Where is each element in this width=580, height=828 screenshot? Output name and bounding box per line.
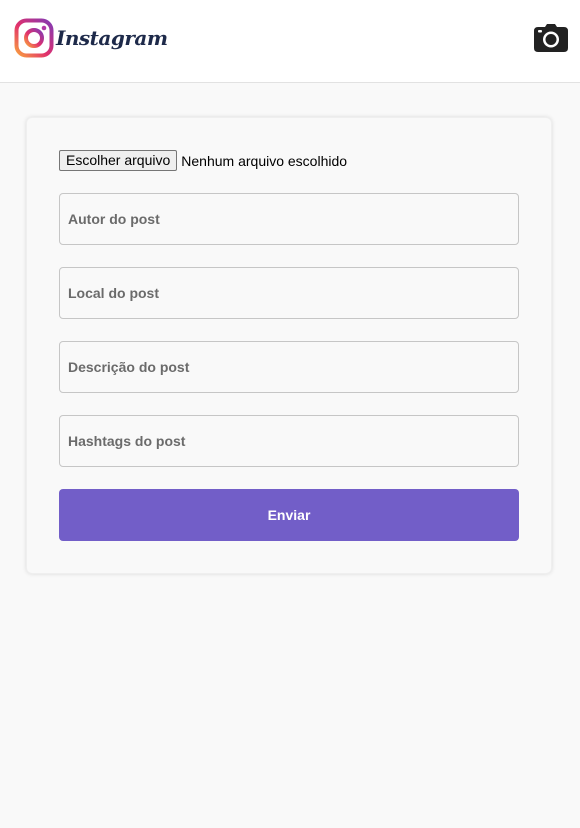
instagram-logo-icon[interactable] <box>14 18 54 58</box>
hashtags-input[interactable] <box>59 415 519 467</box>
top-header: Instagram <box>0 0 580 83</box>
choose-file-button[interactable]: Escolher arquivo <box>59 150 178 171</box>
description-input[interactable] <box>59 341 519 393</box>
author-input[interactable] <box>59 193 519 245</box>
camera-icon[interactable] <box>534 24 568 52</box>
submit-button[interactable]: Enviar <box>59 489 519 541</box>
location-input[interactable] <box>59 267 519 319</box>
logo-text: Instagram <box>56 26 168 50</box>
file-chooser: Escolher arquivo Nenhum arquivo escolhid… <box>59 150 347 171</box>
file-status-text: Nenhum arquivo escolhido <box>181 152 348 169</box>
